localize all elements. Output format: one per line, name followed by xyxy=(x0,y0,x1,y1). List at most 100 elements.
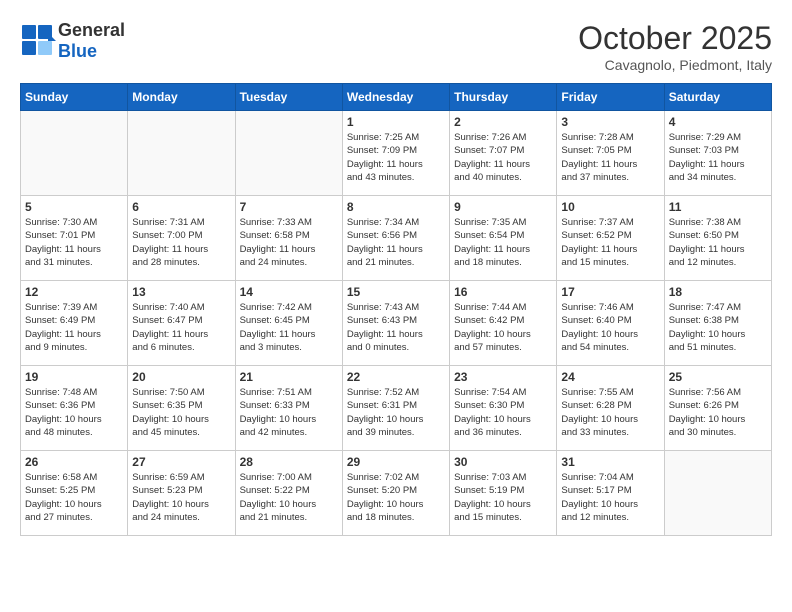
day-number: 4 xyxy=(669,115,767,129)
calendar-cell: 30 Sunrise: 7:03 AM Sunset: 5:19 PM Dayli… xyxy=(450,451,557,536)
calendar-cell: 6 Sunrise: 7:31 AM Sunset: 7:00 PM Daylig… xyxy=(128,196,235,281)
day-number: 21 xyxy=(240,370,338,384)
day-number: 2 xyxy=(454,115,552,129)
header-wednesday: Wednesday xyxy=(342,84,449,111)
day-number: 9 xyxy=(454,200,552,214)
calendar-table: SundayMondayTuesdayWednesdayThursdayFrid… xyxy=(20,83,772,536)
week-row-3: 12Sunrise: 7:39 AM Sunset: 6:49 PM Dayli… xyxy=(21,281,772,366)
calendar-cell: 19 Sunrise: 7:48 AM Sunset: 6:36 PM Dayli… xyxy=(21,366,128,451)
calendar-cell: 16 Sunrise: 7:44 AM Sunset: 6:42 PM Dayli… xyxy=(450,281,557,366)
day-number: 12 xyxy=(25,285,123,299)
day-info: Sunrise: 7:31 AM Sunset: 7:00 PM Dayligh… xyxy=(132,216,230,269)
day-info: Sunrise: 6:59 AM Sunset: 5:23 PM Dayligh… xyxy=(132,471,230,524)
calendar-cell: 18 Sunrise: 7:47 AM Sunset: 6:38 PM Dayli… xyxy=(664,281,771,366)
calendar-cell: 5 Sunrise: 7:30 AM Sunset: 7:01 PM Daylig… xyxy=(21,196,128,281)
calendar-cell: 26 Sunrise: 6:58 AM Sunset: 5:25 PM Dayli… xyxy=(21,451,128,536)
day-info: Sunrise: 7:34 AM Sunset: 6:56 PM Dayligh… xyxy=(347,216,445,269)
header-thursday: Thursday xyxy=(450,84,557,111)
calendar-cell: 27 Sunrise: 6:59 AM Sunset: 5:23 PM Dayli… xyxy=(128,451,235,536)
calendar-cell: 8 Sunrise: 7:34 AM Sunset: 6:56 PM Daylig… xyxy=(342,196,449,281)
day-info: Sunrise: 6:58 AM Sunset: 5:25 PM Dayligh… xyxy=(25,471,123,524)
day-number: 25 xyxy=(669,370,767,384)
day-info: Sunrise: 7:47 AM Sunset: 6:38 PM Dayligh… xyxy=(669,301,767,354)
calendar-cell: 10Sunrise: 7:37 AM Sunset: 6:52 PM Dayli… xyxy=(557,196,664,281)
day-info: Sunrise: 7:43 AM Sunset: 6:43 PM Dayligh… xyxy=(347,301,445,354)
day-info: Sunrise: 7:38 AM Sunset: 6:50 PM Dayligh… xyxy=(669,216,767,269)
day-info: Sunrise: 7:48 AM Sunset: 6:36 PM Dayligh… xyxy=(25,386,123,439)
day-number: 27 xyxy=(132,455,230,469)
day-info: Sunrise: 7:02 AM Sunset: 5:20 PM Dayligh… xyxy=(347,471,445,524)
calendar-cell: 28 Sunrise: 7:00 AM Sunset: 5:22 PM Dayli… xyxy=(235,451,342,536)
calendar-cell: 31 Sunrise: 7:04 AM Sunset: 5:17 PM Dayli… xyxy=(557,451,664,536)
title-block: October 2025 Cavagnolo, Piedmont, Italy xyxy=(578,20,772,73)
day-number: 20 xyxy=(132,370,230,384)
day-info: Sunrise: 7:50 AM Sunset: 6:35 PM Dayligh… xyxy=(132,386,230,439)
day-number: 5 xyxy=(25,200,123,214)
day-number: 19 xyxy=(25,370,123,384)
day-number: 23 xyxy=(454,370,552,384)
day-info: Sunrise: 7:28 AM Sunset: 7:05 PM Dayligh… xyxy=(561,131,659,184)
calendar-cell: 4 Sunrise: 7:29 AM Sunset: 7:03 PM Daylig… xyxy=(664,111,771,196)
day-info: Sunrise: 7:46 AM Sunset: 6:40 PM Dayligh… xyxy=(561,301,659,354)
calendar-cell xyxy=(664,451,771,536)
day-info: Sunrise: 7:26 AM Sunset: 7:07 PM Dayligh… xyxy=(454,131,552,184)
day-number: 29 xyxy=(347,455,445,469)
day-number: 1 xyxy=(347,115,445,129)
location-subtitle: Cavagnolo, Piedmont, Italy xyxy=(578,57,772,73)
day-number: 6 xyxy=(132,200,230,214)
calendar-cell xyxy=(21,111,128,196)
calendar-cell: 3 Sunrise: 7:28 AM Sunset: 7:05 PM Daylig… xyxy=(557,111,664,196)
logo: General Blue xyxy=(20,20,125,62)
day-number: 13 xyxy=(132,285,230,299)
day-number: 7 xyxy=(240,200,338,214)
day-number: 18 xyxy=(669,285,767,299)
calendar-cell: 29 Sunrise: 7:02 AM Sunset: 5:20 PM Dayli… xyxy=(342,451,449,536)
day-number: 26 xyxy=(25,455,123,469)
calendar-cell: 20 Sunrise: 7:50 AM Sunset: 6:35 PM Dayli… xyxy=(128,366,235,451)
calendar-header-row: SundayMondayTuesdayWednesdayThursdayFrid… xyxy=(21,84,772,111)
day-info: Sunrise: 7:55 AM Sunset: 6:28 PM Dayligh… xyxy=(561,386,659,439)
logo-icon xyxy=(20,23,56,59)
day-number: 28 xyxy=(240,455,338,469)
day-number: 15 xyxy=(347,285,445,299)
day-info: Sunrise: 7:37 AM Sunset: 6:52 PM Dayligh… xyxy=(561,216,659,269)
day-number: 30 xyxy=(454,455,552,469)
calendar-cell: 22Sunrise: 7:52 AM Sunset: 6:31 PM Dayli… xyxy=(342,366,449,451)
day-number: 3 xyxy=(561,115,659,129)
header-sunday: Sunday xyxy=(21,84,128,111)
calendar-cell: 1 Sunrise: 7:25 AM Sunset: 7:09 PM Daylig… xyxy=(342,111,449,196)
header-monday: Monday xyxy=(128,84,235,111)
day-info: Sunrise: 7:30 AM Sunset: 7:01 PM Dayligh… xyxy=(25,216,123,269)
logo-general: General xyxy=(58,20,125,40)
calendar-cell: 2 Sunrise: 7:26 AM Sunset: 7:07 PM Daylig… xyxy=(450,111,557,196)
day-info: Sunrise: 7:54 AM Sunset: 6:30 PM Dayligh… xyxy=(454,386,552,439)
week-row-4: 19 Sunrise: 7:48 AM Sunset: 6:36 PM Dayli… xyxy=(21,366,772,451)
day-number: 8 xyxy=(347,200,445,214)
day-info: Sunrise: 7:29 AM Sunset: 7:03 PM Dayligh… xyxy=(669,131,767,184)
calendar-cell: 24 Sunrise: 7:55 AM Sunset: 6:28 PM Dayli… xyxy=(557,366,664,451)
day-info: Sunrise: 7:40 AM Sunset: 6:47 PM Dayligh… xyxy=(132,301,230,354)
day-number: 11 xyxy=(669,200,767,214)
week-row-1: 1 Sunrise: 7:25 AM Sunset: 7:09 PM Daylig… xyxy=(21,111,772,196)
header-friday: Friday xyxy=(557,84,664,111)
header-saturday: Saturday xyxy=(664,84,771,111)
day-info: Sunrise: 7:42 AM Sunset: 6:45 PM Dayligh… xyxy=(240,301,338,354)
week-row-5: 26 Sunrise: 6:58 AM Sunset: 5:25 PM Dayli… xyxy=(21,451,772,536)
day-number: 16 xyxy=(454,285,552,299)
day-info: Sunrise: 7:03 AM Sunset: 5:19 PM Dayligh… xyxy=(454,471,552,524)
day-number: 24 xyxy=(561,370,659,384)
day-info: Sunrise: 7:25 AM Sunset: 7:09 PM Dayligh… xyxy=(347,131,445,184)
calendar-cell: 13 Sunrise: 7:40 AM Sunset: 6:47 PM Dayli… xyxy=(128,281,235,366)
day-info: Sunrise: 7:00 AM Sunset: 5:22 PM Dayligh… xyxy=(240,471,338,524)
day-number: 14 xyxy=(240,285,338,299)
day-number: 17 xyxy=(561,285,659,299)
calendar-cell: 21Sunrise: 7:51 AM Sunset: 6:33 PM Dayli… xyxy=(235,366,342,451)
day-info: Sunrise: 7:52 AM Sunset: 6:31 PM Dayligh… xyxy=(347,386,445,439)
calendar-cell: 9Sunrise: 7:35 AM Sunset: 6:54 PM Daylig… xyxy=(450,196,557,281)
header-tuesday: Tuesday xyxy=(235,84,342,111)
day-info: Sunrise: 7:44 AM Sunset: 6:42 PM Dayligh… xyxy=(454,301,552,354)
day-number: 31 xyxy=(561,455,659,469)
day-info: Sunrise: 7:04 AM Sunset: 5:17 PM Dayligh… xyxy=(561,471,659,524)
calendar-cell xyxy=(128,111,235,196)
month-title: October 2025 xyxy=(578,20,772,57)
